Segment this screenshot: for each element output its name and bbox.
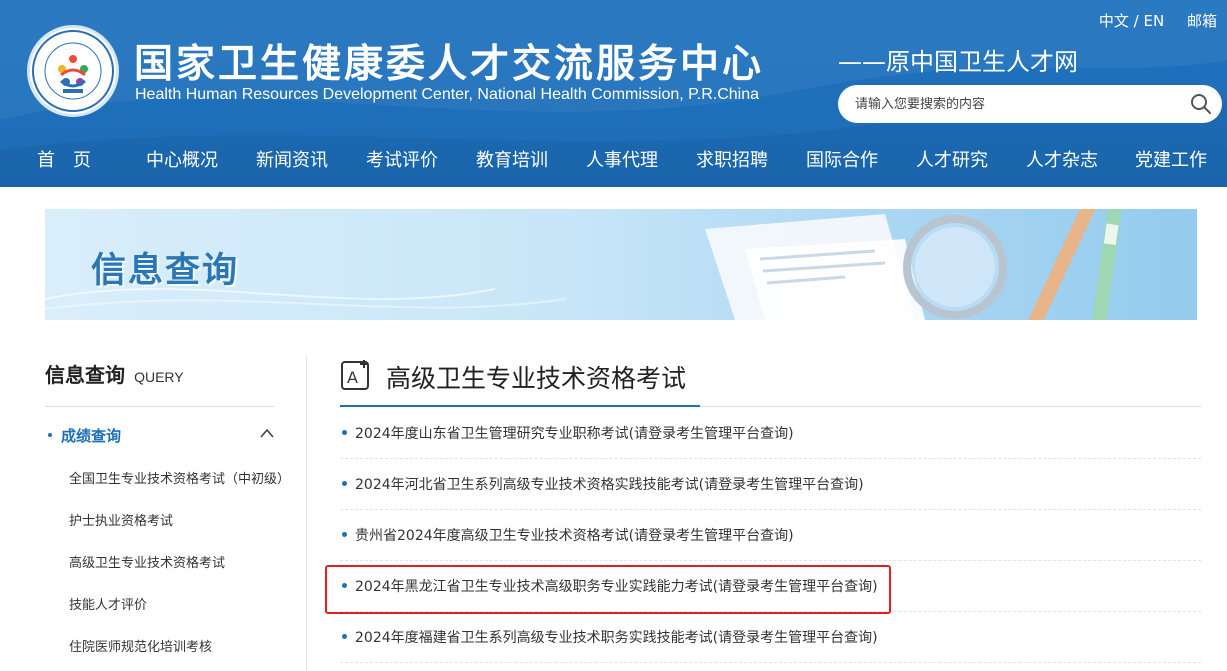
nav-item-home[interactable]: 首 页 [37, 146, 91, 172]
main-content: A 高级卫生专业技术资格考试 2024年度山东省卫生管理研究专业职称考试(请登录… [340, 355, 1201, 671]
sidebar-title-cn: 信息查询 [45, 363, 125, 387]
search-icon[interactable] [1190, 93, 1212, 115]
search-input[interactable] [855, 96, 1185, 112]
site-subtitle-en: Health Human Resources Development Cente… [135, 86, 759, 103]
list-item-text: 2024年河北省卫生系列高级专业技术资格实践技能考试(请登录考生管理平台查询) [355, 477, 864, 493]
sidebar-title: 信息查询 QUERY [45, 359, 184, 388]
sidebar-subitem-skills[interactable]: 技能人才评价 [69, 594, 147, 613]
banner-title: 信息查询 [91, 251, 240, 291]
bullet-dot [48, 433, 52, 437]
language-switch-link[interactable]: 中文 / EN [1099, 12, 1164, 30]
center-logo[interactable] [27, 25, 119, 117]
nav-item-international[interactable]: 国际合作 [806, 146, 878, 172]
bullet-dot [342, 430, 347, 435]
title-accent-bar [340, 405, 700, 407]
list-item-text: 2024年黑龙江省卫生专业技术高级职务专业实践能力考试(请登录考生管理平台查询) [355, 579, 878, 595]
bullet-dot [342, 634, 347, 639]
bullet-dot [342, 583, 347, 588]
nav-item-personnel[interactable]: 人事代理 [586, 146, 658, 172]
nav-item-about[interactable]: 中心概况 [146, 146, 218, 172]
nav-item-jobs[interactable]: 求职招聘 [696, 146, 768, 172]
nav-item-party[interactable]: 党建工作 [1135, 146, 1207, 172]
mail-link[interactable]: 邮箱 [1187, 12, 1217, 30]
sidebar-item-label: 成绩查询 [61, 427, 122, 445]
site-slogan: ——原中国卫生人才网 [838, 48, 1078, 76]
sidebar-subitem-senior-exam[interactable]: 高级卫生专业技术资格考试 [69, 552, 225, 571]
edit-text-icon: A [341, 360, 369, 390]
list-item[interactable]: 贵州省2024年度高级卫生专业技术资格考试(请登录考生管理平台查询) [340, 510, 1201, 561]
center-emblem-logo-icon [32, 30, 114, 112]
sidebar-item-score-query[interactable]: 成绩查询 [48, 425, 275, 445]
list-item[interactable]: 2024年度山东省卫生管理研究专业职称考试(请登录考生管理平台查询) [340, 408, 1201, 459]
nav-item-education[interactable]: 教育培训 [476, 146, 548, 172]
list-item-text: 2024年度福建省卫生系列高级专业技术职务实践技能考试(请登录考生管理平台查询) [355, 630, 878, 646]
list-item[interactable]: 2024年河北省卫生系列高级专业技术资格实践技能考试(请登录考生管理平台查询) [340, 459, 1201, 510]
sidebar: 信息查询 QUERY 成绩查询 全国卫生专业技术资格考试（中初级） 护士执业资格… [45, 355, 307, 671]
sidebar-subitem-nurse-exam[interactable]: 护士执业资格考试 [69, 510, 173, 529]
page-banner: 信息查询 [45, 209, 1197, 320]
main-nav: 首 页 中心概况 新闻资讯 考试评价 教育培训 人事代理 求职招聘 国际合作 人… [0, 138, 1227, 178]
chevron-up-icon[interactable] [259, 426, 275, 440]
nav-item-news[interactable]: 新闻资讯 [256, 146, 328, 172]
site-header: 国家卫生健康委人才交流服务中心 Health Human Resources D… [0, 0, 1227, 187]
nav-item-research[interactable]: 人才研究 [916, 146, 988, 172]
list-item-text: 贵州省2024年度高级卫生专业技术资格考试(请登录考生管理平台查询) [355, 528, 794, 544]
bullet-dot [342, 481, 347, 486]
list-item[interactable]: 2024年度福建省卫生系列高级专业技术职务实践技能考试(请登录考生管理平台查询) [340, 612, 1201, 663]
sidebar-divider [45, 406, 274, 407]
svg-text:A: A [347, 368, 358, 387]
nav-item-exams[interactable]: 考试评价 [366, 146, 438, 172]
list-item[interactable]: 2024年黑龙江省卫生专业技术高级职务专业实践能力考试(请登录考生管理平台查询) [340, 561, 1201, 612]
page-title: 高级卫生专业技术资格考试 [386, 364, 687, 393]
sidebar-title-en: QUERY [134, 369, 184, 385]
sidebar-subitem-national-exam[interactable]: 全国卫生专业技术资格考试（中初级） [69, 468, 290, 487]
site-title: 国家卫生健康委人才交流服务中心 [134, 42, 765, 87]
search-box [838, 85, 1222, 123]
nav-item-magazine[interactable]: 人才杂志 [1026, 146, 1098, 172]
bullet-dot [342, 532, 347, 537]
list-item-text: 2024年度山东省卫生管理研究专业职称考试(请登录考生管理平台查询) [355, 426, 794, 442]
top-links: 中文 / EN 邮箱 [1081, 10, 1217, 31]
sidebar-subitem-residency[interactable]: 住院医师规范化培训考核 [69, 636, 212, 655]
